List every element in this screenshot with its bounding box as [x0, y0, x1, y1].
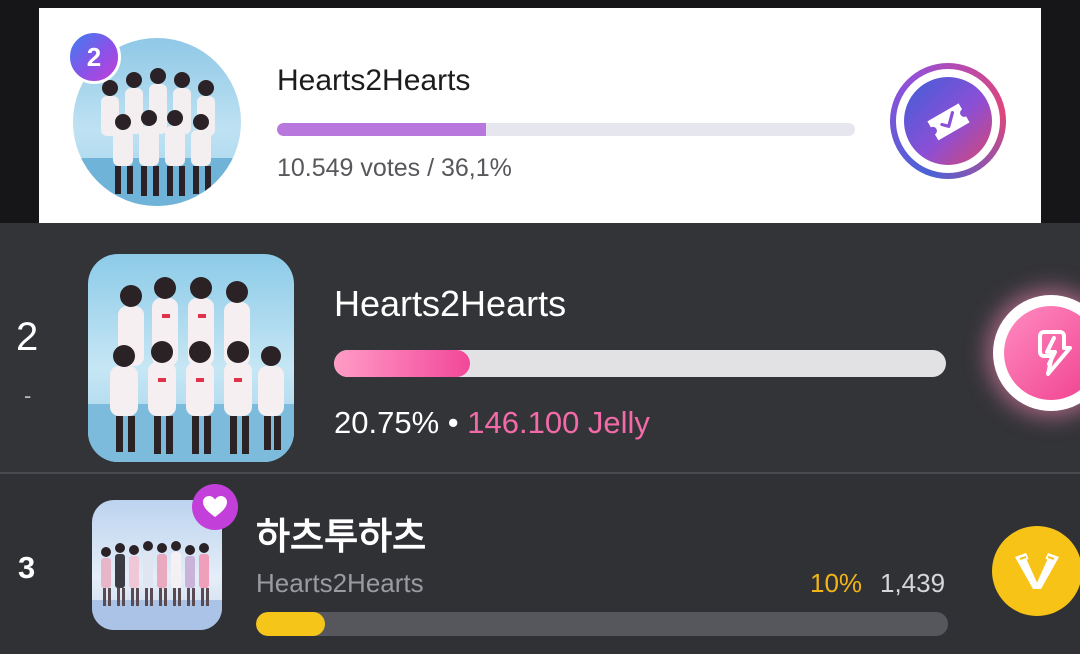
- vote-button[interactable]: [890, 63, 1006, 179]
- vote-stats: 10.549 votes / 36,1%: [277, 154, 512, 182]
- percent-text: 20.75%: [334, 405, 440, 440]
- jelly-progress-fill: [334, 350, 471, 377]
- vote-button[interactable]: [992, 526, 1080, 616]
- artist-name: Hearts2Hearts: [277, 64, 471, 97]
- vote-progress-bar: [256, 612, 948, 636]
- vote-progress-bar: [277, 123, 855, 136]
- vote-count: 1,439: [880, 568, 946, 598]
- lightning-bolt-icon: [1038, 330, 1072, 376]
- vote-panel-1: 2 Hearts2Hearts 10.549 votes / 36,1%: [0, 0, 1080, 223]
- artist-name-korean: 하츠투하츠: [256, 516, 427, 557]
- percent-text: 10%: [810, 568, 863, 598]
- separator-dot: •: [447, 405, 459, 440]
- jelly-count: 146.100 Jelly: [467, 405, 650, 440]
- heart-icon: [203, 496, 227, 517]
- favorite-badge: [192, 484, 238, 530]
- ranking-row-2[interactable]: 2 - Hearts2Hearts 20.75% • 146.100 Jelly: [0, 223, 1080, 474]
- jelly-stats: 20.75% • 146.100 Jelly: [334, 405, 650, 441]
- vote-progress-fill: [277, 123, 486, 136]
- artist-name: Hearts2Hearts: [334, 283, 567, 324]
- v-logo-icon: [1015, 553, 1059, 589]
- rank-badge: 2: [67, 30, 121, 84]
- ranking-row-3[interactable]: 3 하츠투하츠 Hearts2Hearts 10% 1,439: [0, 474, 1080, 654]
- vote-progress-fill: [256, 612, 326, 636]
- group-photo: [88, 254, 294, 462]
- artist-name: Hearts2Hearts: [256, 568, 424, 598]
- ranking-card[interactable]: 2 Hearts2Hearts 10.549 votes / 36,1%: [39, 8, 1041, 223]
- vote-ticket-icon: [927, 103, 970, 141]
- support-button[interactable]: [993, 295, 1080, 411]
- rank-number: 3: [18, 550, 36, 585]
- jelly-progress-bar: [334, 350, 946, 377]
- rank-change: -: [24, 383, 32, 408]
- rank-number: 2: [16, 315, 39, 359]
